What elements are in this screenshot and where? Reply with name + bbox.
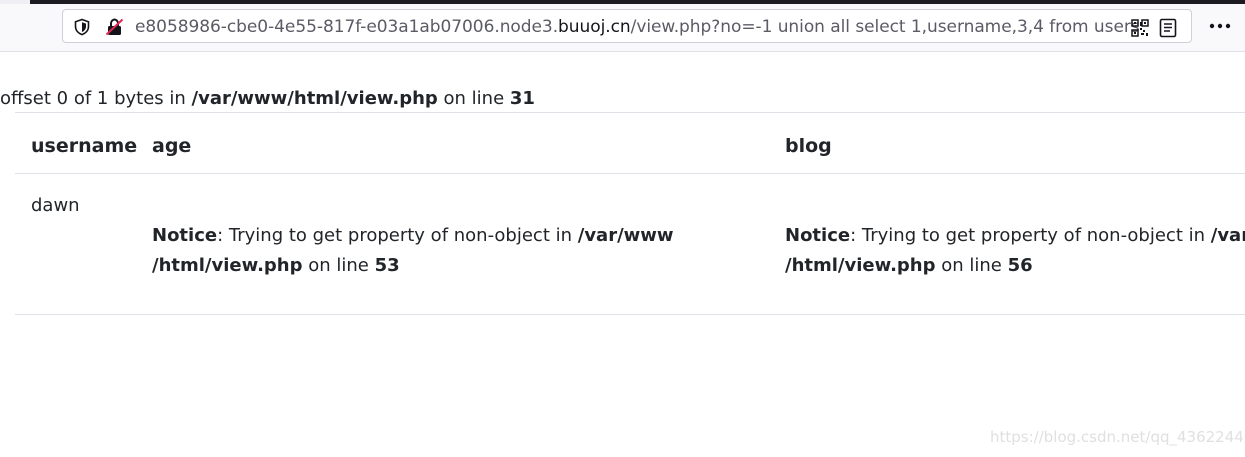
- notice-file-part2: /html/view.php: [785, 255, 936, 276]
- insecure-lock-icon[interactable]: [105, 18, 125, 36]
- url-path: /view.php?no=-1 union all select 1,usern…: [630, 17, 1140, 37]
- table-top-border: [15, 112, 1245, 113]
- reader-view-icon[interactable]: [1159, 18, 1177, 38]
- cell-age-line2: /html/view.php on line 53: [152, 251, 674, 281]
- address-bar[interactable]: e8058986-cbe0-4e55-817f-e03a1ab07006.nod…: [62, 9, 1192, 43]
- error-prefix: offset 0 of 1 bytes in: [0, 88, 192, 109]
- error-line-number: 31: [509, 88, 535, 109]
- cell-blog-notice: Notice: Trying to get property of non-ob…: [785, 221, 1245, 281]
- header-blog: blog: [785, 135, 832, 157]
- cell-blog-line1: Notice: Trying to get property of non-ob…: [785, 221, 1245, 251]
- watermark-text: https://blog.csdn.net/qq_43622442: [990, 428, 1245, 446]
- notice-message: : Trying to get property of non-object i…: [850, 225, 1211, 246]
- notice-mid: on line: [302, 255, 375, 276]
- header-age: age: [152, 135, 192, 157]
- shield-icon[interactable]: [73, 18, 91, 36]
- notice-label: Notice: [785, 225, 851, 246]
- more-menu-icon[interactable]: [1208, 16, 1232, 36]
- header-username: username: [31, 135, 138, 157]
- cell-blog-line2: /html/view.php on line 56: [785, 251, 1245, 281]
- browser-toolbar: e8058986-cbe0-4e55-817f-e03a1ab07006.nod…: [0, 4, 1245, 52]
- url-prefix: e8058986-cbe0-4e55-817f-e03a1ab07006.nod…: [135, 17, 559, 37]
- notice-message: : Trying to get property of non-object i…: [217, 225, 578, 246]
- notice-label: Notice: [152, 225, 218, 246]
- url-domain: buuoj.cn: [558, 17, 631, 37]
- url-text[interactable]: e8058986-cbe0-4e55-817f-e03a1ab07006.nod…: [135, 17, 1140, 37]
- notice-file-part1: /var/: [1210, 225, 1245, 246]
- error-mid: on line: [437, 88, 510, 109]
- notice-file-part2: /html/view.php: [152, 255, 303, 276]
- cell-age-line1: Notice: Trying to get property of non-ob…: [152, 221, 674, 251]
- notice-file-part1: /var/www: [577, 225, 674, 246]
- table-bottom-border: [15, 314, 1245, 315]
- error-file: /var/www/html/view.php: [191, 88, 438, 109]
- notice-mid: on line: [935, 255, 1008, 276]
- table-header-border: [15, 173, 1245, 174]
- cell-username: dawn: [31, 195, 80, 216]
- notice-line-number: 53: [374, 255, 400, 276]
- qr-code-icon[interactable]: [1131, 19, 1149, 37]
- notice-line-number: 56: [1007, 255, 1033, 276]
- cell-age-notice: Notice: Trying to get property of non-ob…: [152, 221, 674, 281]
- php-error-line: offset 0 of 1 bytes in /var/www/html/vie…: [0, 88, 535, 110]
